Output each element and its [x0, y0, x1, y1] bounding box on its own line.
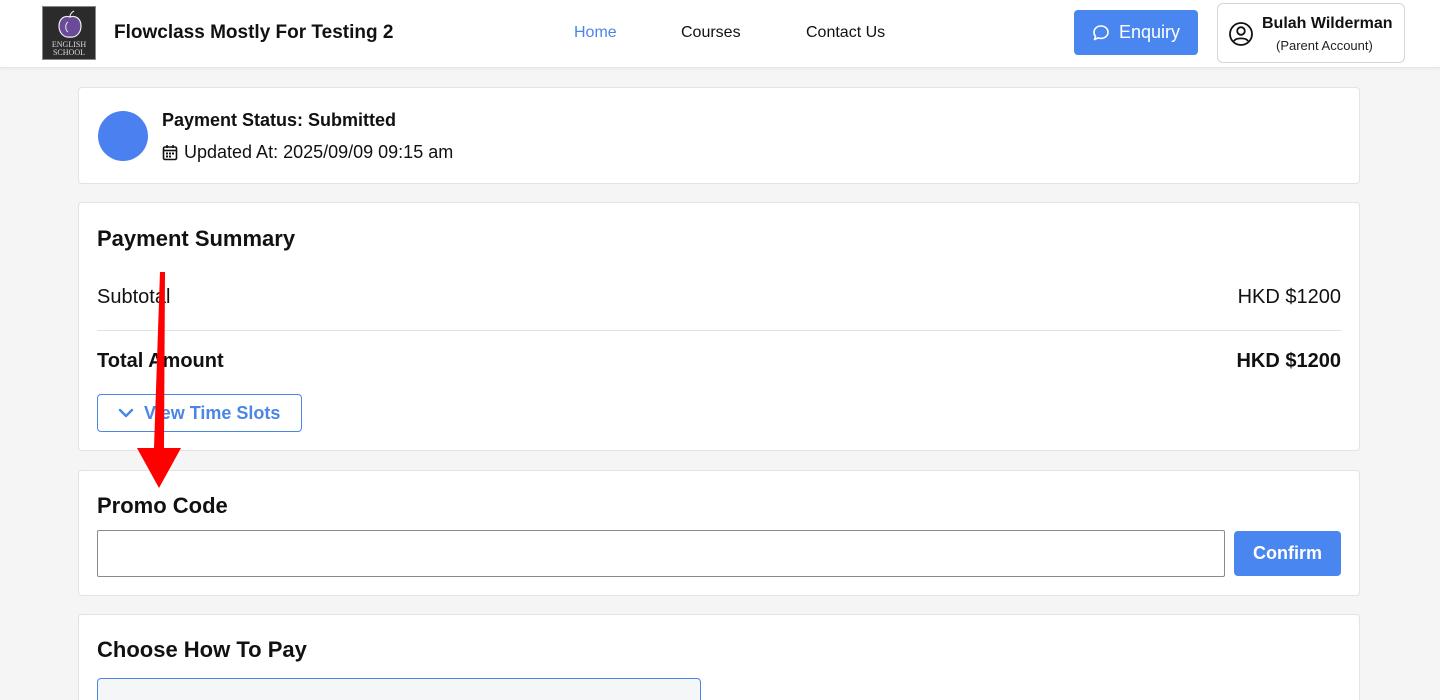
view-time-slots-button[interactable]: View Time Slots — [97, 394, 302, 432]
account-menu[interactable]: Bulah Wilderman (Parent Account) — [1217, 3, 1405, 63]
chevron-down-icon — [118, 408, 134, 418]
nav-courses[interactable]: Courses — [681, 24, 741, 42]
brand-name[interactable]: Flowclass Mostly For Testing 2 — [114, 22, 393, 44]
promo-code-title: Promo Code — [97, 493, 228, 518]
summary-divider — [97, 330, 1341, 331]
apple-logo-icon — [58, 10, 82, 38]
promo-confirm-button[interactable]: Confirm — [1234, 531, 1341, 576]
chat-bubble-icon — [1093, 24, 1109, 40]
top-header: ENGLISH SCHOOL Flowclass Mostly For Test… — [0, 0, 1440, 68]
account-name: Bulah Wilderman — [1262, 15, 1393, 32]
nav-home[interactable]: Home — [574, 24, 617, 42]
total-amount-value: HKD $1200 — [1236, 350, 1341, 372]
payment-status-card: Payment Status: Submitted Updated At: 20… — [78, 87, 1360, 184]
total-amount-label: Total Amount — [97, 350, 224, 372]
status-indicator — [98, 111, 148, 161]
enquiry-label: Enquiry — [1118, 22, 1181, 42]
choose-how-to-pay-title: Choose How To Pay — [97, 637, 307, 662]
payment-status-title: Payment Status: Submitted — [162, 110, 397, 130]
school-logo[interactable]: ENGLISH SCHOOL — [42, 6, 96, 60]
user-circle-icon — [1229, 22, 1253, 46]
account-role: (Parent Account) — [1276, 38, 1373, 53]
payment-method-option[interactable] — [97, 678, 701, 700]
subtotal-label: Subtotal — [97, 286, 171, 308]
payment-summary-title: Payment Summary — [97, 226, 296, 251]
nav-contact-us[interactable]: Contact Us — [806, 24, 885, 42]
calendar-icon — [162, 145, 178, 161]
payment-summary-card: Payment Summary Subtotal HKD $1200 Total… — [78, 202, 1360, 451]
view-time-slots-label: View Time Slots — [144, 402, 281, 423]
enquiry-button[interactable]: Enquiry — [1074, 10, 1198, 55]
subtotal-value: HKD $1200 — [1237, 286, 1341, 308]
promo-code-card: Promo Code Confirm — [78, 470, 1360, 596]
logo-text-line2: SCHOOL — [52, 48, 85, 57]
updated-at-text: Updated At: 2025/09/09 09:15 am — [184, 142, 454, 162]
choose-how-to-pay-card: Choose How To Pay — [78, 614, 1360, 700]
payment-updated-at: Updated At: 2025/09/09 09:15 am — [162, 142, 453, 163]
promo-code-input[interactable] — [97, 530, 1225, 577]
